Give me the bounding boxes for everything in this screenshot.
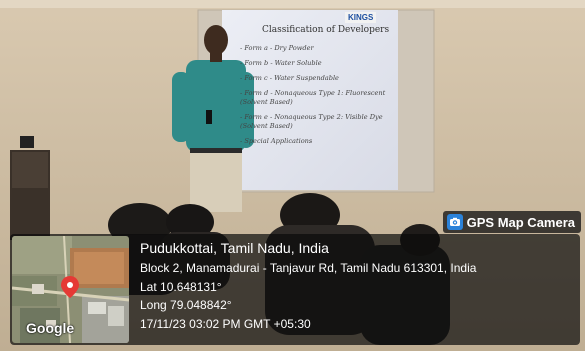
latitude: Lat 10.648131° — [140, 279, 222, 294]
slide-bullet: - Form d - Nonaqueous Type 1: Fluorescen… — [240, 89, 386, 97]
slide-brand-logo: KINGS — [345, 12, 377, 23]
longitude: Long 79.048842° — [140, 298, 232, 312]
camera-icon — [446, 214, 463, 230]
slide-bullet: - Form e - Nonaqueous Type 2: Visible Dy… — [240, 113, 383, 121]
slide-bullet: (Solvent Based) — [240, 122, 293, 130]
slide-bullet: - Form a - Dry Powder — [240, 44, 314, 52]
slide-bullet: - Special Applications — [240, 137, 313, 145]
slide-title: Classification of Developers — [262, 25, 390, 35]
slide-bullet-list: - Form a - Dry Powder - Form b - Water S… — [240, 44, 385, 152]
location-address: Block 2, Manamadurai - Tanjavur Rd, Tami… — [140, 261, 477, 275]
timestamp: 17/11/23 03:02 PM GMT +05:30 — [140, 316, 311, 331]
location-city: Pudukkottai, Tamil Nadu, India — [140, 240, 329, 256]
slide-bullet: - Form b - Water Soluble — [240, 59, 322, 67]
slide-bullet: - Form c - Water Suspendable — [240, 74, 339, 82]
slide-bullet: (Solvent Based) — [240, 98, 293, 106]
location-info: Pudukkottai, Tamil Nadu, India Block 2, … — [140, 238, 476, 333]
gps-map-camera-badge: GPS Map Camera — [442, 211, 581, 233]
badge-label: GPS Map Camera — [466, 214, 575, 230]
google-logo: Google — [26, 320, 75, 336]
